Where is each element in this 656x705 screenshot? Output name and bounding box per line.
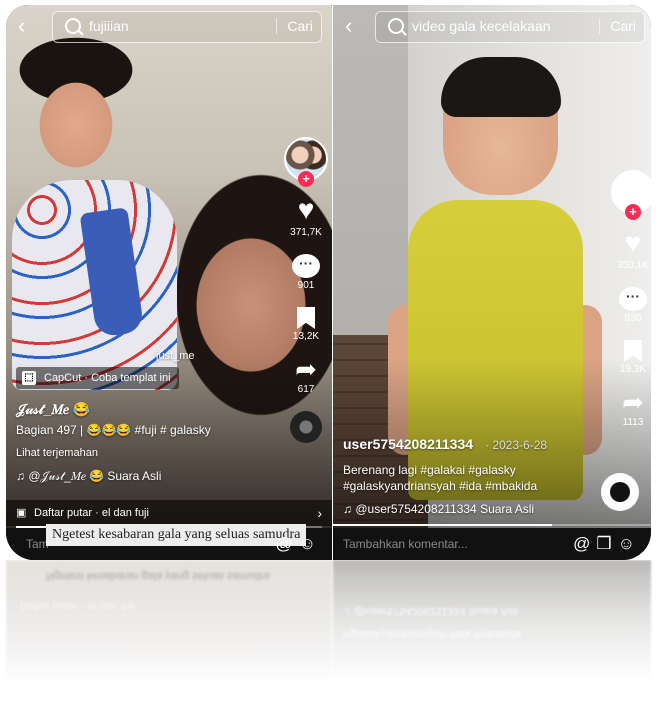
save-count: 13,2K xyxy=(292,331,320,342)
playlist-bar[interactable]: ▣ Daftar putar · el dan fuji › xyxy=(6,500,332,526)
emoji-icon[interactable]: ☺ xyxy=(299,534,322,553)
search-icon xyxy=(65,18,81,34)
back-icon[interactable]: ‹ xyxy=(18,15,25,37)
capcut-logo-icon: ⬚ xyxy=(22,371,36,385)
playlist-icon: ▣ xyxy=(16,507,27,519)
music-disc-icon[interactable] xyxy=(290,411,322,443)
heart-icon[interactable]: ♥ xyxy=(284,195,328,225)
playlist-label: Daftar putar · el dan fuji xyxy=(34,507,149,519)
caption-text: Bagian 497 | 😂😂😂 #fuji # galasky xyxy=(16,423,211,437)
save-count: 19,3K xyxy=(619,364,647,375)
reflection-fade xyxy=(0,560,656,705)
emoji-icon[interactable]: ☺ xyxy=(618,534,641,553)
top-bar: ‹ video gala kecelakaan Cari xyxy=(333,11,651,45)
back-icon[interactable]: ‹ xyxy=(345,15,352,37)
search-input[interactable]: video gala kecelakaan xyxy=(412,18,551,34)
like-count: 371,7K xyxy=(290,227,322,238)
post-date: · 2023-6-28 xyxy=(485,438,548,452)
at-sign-icon[interactable]: @ xyxy=(573,534,596,553)
tag-label: just_me xyxy=(156,350,195,362)
follow-plus-icon[interactable]: + xyxy=(625,204,641,220)
right-video-screen[interactable]: ‹ video gala kecelakaan Cari + ♥ 350,1K … xyxy=(333,5,651,560)
like-count: 350,1K xyxy=(617,260,649,271)
record-button[interactable] xyxy=(601,473,639,511)
author-name[interactable]: user5754208211334 xyxy=(343,436,473,452)
action-rail: + ♥ 350,1K ··· 930 19,3K ➦ 1113 xyxy=(611,170,651,428)
left-video-screen[interactable]: ‹ fujiiian Cari + ♥ 371,7K ··· 901 13,2K… xyxy=(6,5,332,560)
sound-label[interactable]: ♫ @user5754208211334 Suara Asli xyxy=(343,502,534,516)
share-count: 617 xyxy=(297,384,315,395)
search-button[interactable]: Cari xyxy=(599,18,636,34)
mirror-reflection: Daftar putar · el dan fuji Ngetest kesab… xyxy=(0,560,656,705)
search-input[interactable]: fujiiian xyxy=(89,18,129,34)
creator-avatar[interactable]: + xyxy=(611,170,651,220)
progress-bar[interactable] xyxy=(333,524,651,526)
comment-count: 930 xyxy=(624,313,642,324)
search-button[interactable]: Cari xyxy=(276,18,313,34)
author-name[interactable]: 𝒥𝓊𝓈𝓉_𝑀𝑒 😂 xyxy=(16,401,90,418)
follow-plus-icon[interactable]: + xyxy=(298,171,314,187)
comment-icon[interactable]: ··· xyxy=(292,254,320,278)
comment-actions: @☺ xyxy=(275,528,322,560)
at-sign-icon[interactable]: @ xyxy=(275,534,298,553)
video-frame-hair xyxy=(441,57,561,117)
comment-count: 901 xyxy=(297,280,315,291)
translate-link[interactable]: Lihat terjemahan xyxy=(16,447,98,459)
comment-bar[interactable]: Tam Ngetest kesabaran gala yang seluas s… xyxy=(6,524,332,560)
creator-avatar[interactable]: + xyxy=(284,137,328,187)
comment-input[interactable]: Tambahkan komentar... xyxy=(343,528,468,560)
sound-label[interactable]: ♫ @𝒥𝓊𝓈𝓉_𝑀𝑒 😂 Suara Asli xyxy=(16,469,161,484)
bookmark-icon[interactable] xyxy=(297,307,315,329)
bookmark-icon[interactable] xyxy=(624,340,642,362)
search-box[interactable]: fujiiian Cari xyxy=(52,11,322,43)
capcut-banner[interactable]: ⬚ CapCut · Coba templat ini xyxy=(16,367,179,389)
chevron-right-icon: › xyxy=(317,505,322,521)
progress-fill xyxy=(333,524,553,526)
action-rail: + ♥ 371,7K ··· 901 13,2K ➦ 617 xyxy=(284,137,328,443)
comment-icon[interactable]: ··· xyxy=(619,287,647,311)
caption-line-1: Berenang lagi #galakai #galasky xyxy=(343,463,516,477)
comment-actions: @❒☺ xyxy=(573,528,641,560)
heart-icon[interactable]: ♥ xyxy=(611,228,651,258)
share-count: 1113 xyxy=(622,417,644,428)
gift-icon[interactable]: ❒ xyxy=(596,534,617,553)
overlay-comment-text: Ngetest kesabaran gala yang seluas samud… xyxy=(46,524,307,546)
share-icon[interactable]: ➦ xyxy=(611,389,651,415)
comment-bar[interactable]: Tambahkan komentar... @❒☺ xyxy=(333,528,651,560)
search-icon xyxy=(388,18,404,34)
share-icon[interactable]: ➦ xyxy=(284,356,328,382)
capcut-label: CapCut · Coba templat ini xyxy=(44,372,171,384)
caption-line-2: #galaskyandriansyah #ida #mbakida xyxy=(343,479,538,493)
top-bar: ‹ fujiiian Cari xyxy=(6,11,332,45)
search-box[interactable]: video gala kecelakaan Cari xyxy=(375,11,645,43)
